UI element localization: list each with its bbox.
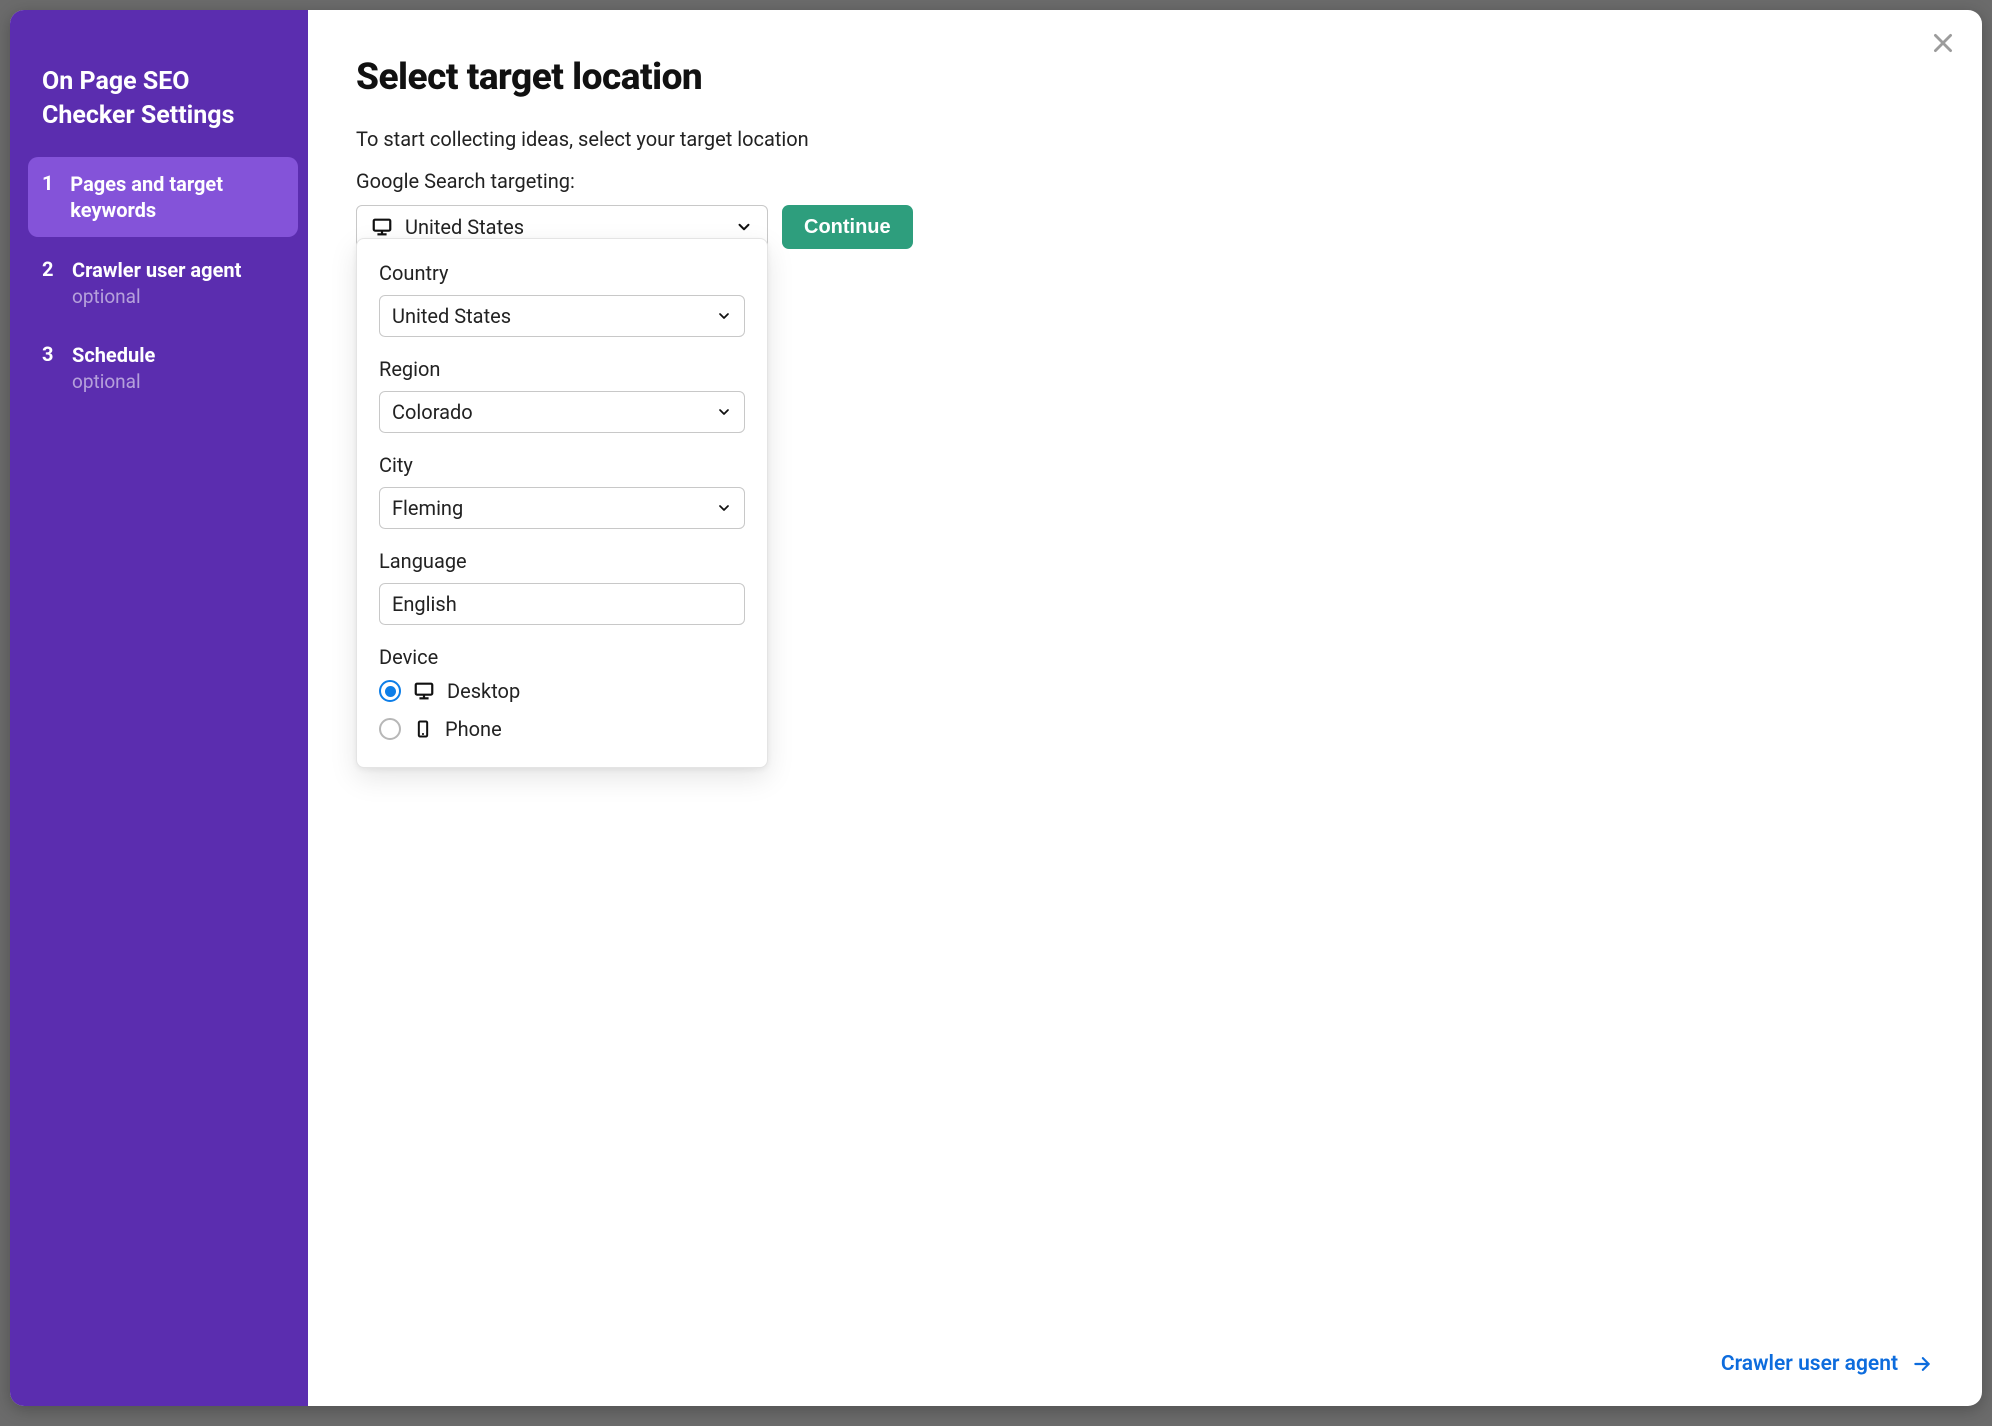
close-button[interactable] (1930, 30, 1956, 56)
language-label: Language (379, 549, 745, 573)
region-label: Region (379, 357, 745, 381)
google-search-targeting-label: Google Search targeting: (356, 169, 1934, 193)
target-location-value: United States (405, 215, 723, 239)
radio-unchecked-icon (379, 718, 401, 740)
target-location-dropdown: Country United States Region Colorado (356, 238, 768, 768)
page-title: Select target location (356, 56, 1934, 99)
arrow-right-icon (1910, 1354, 1934, 1374)
language-value: English (392, 592, 457, 616)
city-value: Fleming (392, 496, 716, 520)
step-optional-badge: optional (72, 370, 155, 393)
step-label: Schedule (72, 342, 155, 368)
chevron-down-icon (716, 308, 732, 324)
region-select[interactable]: Colorado (379, 391, 745, 433)
wizard-sidebar: On Page SEO Checker Settings 1 Pages and… (10, 10, 308, 1406)
step-optional-badge: optional (72, 285, 241, 308)
step-number: 1 (42, 171, 54, 223)
continue-button[interactable]: Continue (782, 205, 913, 249)
wizard-step-crawler-user-agent[interactable]: 2 Crawler user agent optional (28, 243, 298, 322)
device-option-phone[interactable]: Phone (379, 717, 745, 741)
chevron-down-icon (735, 218, 753, 236)
main-panel: Select target location To start collecti… (308, 10, 1982, 1406)
next-step-label: Crawler user agent (1721, 1352, 1898, 1376)
chevron-down-icon (716, 404, 732, 420)
page-subtitle: To start collecting ideas, select your t… (356, 127, 1934, 151)
radio-checked-icon (379, 680, 401, 702)
device-phone-label: Phone (445, 717, 502, 741)
device-desktop-label: Desktop (447, 679, 520, 703)
chevron-down-icon (716, 500, 732, 516)
country-label: Country (379, 261, 745, 285)
step-number: 2 (42, 257, 56, 308)
language-input[interactable]: English (379, 583, 745, 625)
device-option-desktop[interactable]: Desktop (379, 679, 745, 703)
desktop-icon (413, 680, 435, 702)
settings-modal: On Page SEO Checker Settings 1 Pages and… (10, 10, 1982, 1406)
wizard-step-pages-keywords[interactable]: 1 Pages and target keywords (28, 157, 298, 237)
close-icon (1930, 30, 1956, 56)
step-label: Crawler user agent (72, 257, 241, 283)
device-label: Device (379, 645, 745, 669)
sidebar-title: On Page SEO Checker Settings (28, 65, 298, 157)
city-select[interactable]: Fleming (379, 487, 745, 529)
sidebar-title-line1: On Page SEO (42, 67, 190, 96)
sidebar-title-line2: Checker Settings (42, 101, 234, 130)
next-step-link[interactable]: Crawler user agent (1721, 1352, 1934, 1376)
city-label: City (379, 453, 745, 477)
wizard-step-schedule[interactable]: 3 Schedule optional (28, 328, 298, 407)
region-value: Colorado (392, 400, 716, 424)
country-select[interactable]: United States (379, 295, 745, 337)
step-label: Pages and target keywords (70, 171, 284, 223)
country-value: United States (392, 304, 716, 328)
footer: Crawler user agent (356, 1332, 1934, 1376)
desktop-icon (371, 216, 393, 238)
step-number: 3 (42, 342, 56, 393)
phone-icon (413, 718, 433, 740)
